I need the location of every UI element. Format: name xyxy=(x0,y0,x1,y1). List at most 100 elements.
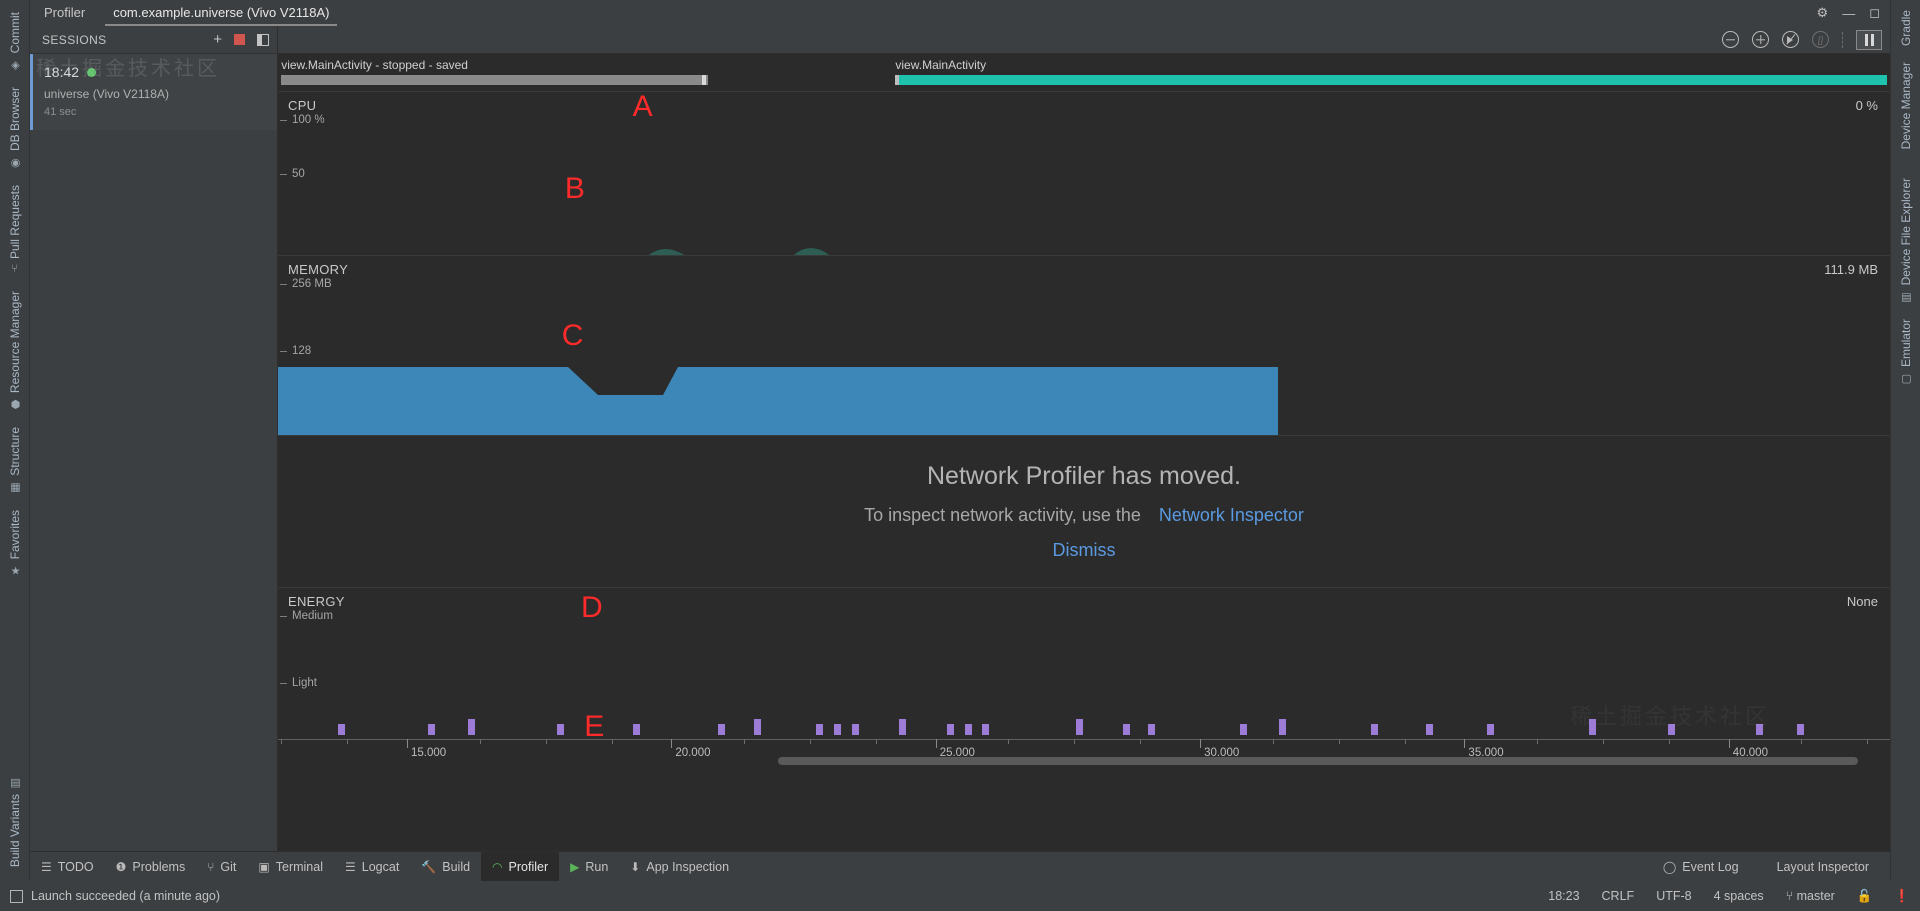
left-rail-top-group: ◈ Commit ◉ DB Browser ⑂ Pull Requests ⬢ … xyxy=(8,0,22,586)
rail-item-db-browser[interactable]: ◉ DB Browser xyxy=(8,79,22,177)
bottom-tab-event-log[interactable]: ◯ Event Log xyxy=(1652,860,1750,874)
rail-item-emulator[interactable]: ▢ Emulator xyxy=(1899,311,1913,393)
energy-event-marker[interactable] xyxy=(946,724,954,735)
bottom-tab-logcat[interactable]: ☰ Logcat xyxy=(334,852,410,881)
gear-icon[interactable]: ⚙ xyxy=(1817,5,1829,21)
network-moved-banner: Network Profiler has moved. To inspect n… xyxy=(278,436,1890,588)
bottom-tab-build[interactable]: 🔨 Build xyxy=(410,852,481,881)
energy-event-marker[interactable] xyxy=(982,724,990,735)
add-session-icon[interactable]: + xyxy=(213,32,222,47)
zoom-out-icon[interactable] xyxy=(1722,31,1739,48)
rail-item-label: Emulator xyxy=(1898,318,1913,367)
memory-section[interactable]: MEMORY 111.9 MB 256 MB 128 xyxy=(278,256,1890,436)
energy-event-marker[interactable] xyxy=(337,724,345,735)
timeline-minor-tick xyxy=(1536,739,1538,744)
bottom-tab-todo[interactable]: ☰ TODO xyxy=(30,852,105,881)
bottom-tab-label: TODO xyxy=(57,859,94,874)
status-branch-group[interactable]: ⑂ master xyxy=(1786,889,1835,903)
energy-event-marker[interactable] xyxy=(632,724,640,735)
energy-event-marker[interactable] xyxy=(1487,724,1494,735)
energy-event-marker[interactable] xyxy=(556,724,564,735)
profiler-icon: ◠ xyxy=(492,859,503,874)
energy-event-marker[interactable] xyxy=(1279,719,1287,735)
energy-event-marker[interactable] xyxy=(1588,719,1596,735)
pause-icon[interactable] xyxy=(1856,29,1882,50)
commit-icon: ◈ xyxy=(9,58,21,72)
timeline-horizontal-scrollbar[interactable] xyxy=(278,757,1890,765)
status-indent[interactable]: 4 spaces xyxy=(1714,889,1764,903)
timeline-axis[interactable]: 15.000 20.000 25.000 30.000 35.000 40.000 xyxy=(278,735,1890,765)
window-tab-strip: Profiler com.example.universe (Vivo V211… xyxy=(30,0,1890,26)
annotation-letter-c: C xyxy=(561,319,584,352)
timeline-scrollbar-thumb[interactable] xyxy=(777,757,1858,765)
unlock-icon[interactable]: 🔓 xyxy=(1857,889,1873,904)
energy-event-marker[interactable] xyxy=(1756,724,1764,735)
bottom-tab-git[interactable]: ⑂ Git xyxy=(196,852,247,881)
network-inspector-link[interactable]: Network Inspector xyxy=(1159,505,1304,526)
zoom-in-icon[interactable] xyxy=(1752,31,1769,48)
collapse-panel-icon[interactable] xyxy=(257,33,269,46)
activity-bar-stopped[interactable] xyxy=(281,75,709,85)
minimize-icon[interactable]: ― xyxy=(1842,6,1855,21)
session-list-item[interactable]: 18:42 universe (Vivo V2118A) 41 sec xyxy=(30,54,277,130)
energy-event-marker[interactable] xyxy=(1075,719,1083,735)
energy-event-marker[interactable] xyxy=(753,719,761,735)
bottom-tab-app-inspection[interactable]: ⬇ App Inspection xyxy=(619,852,740,881)
dismiss-button[interactable]: Dismiss xyxy=(1053,540,1116,561)
energy-event-marker[interactable] xyxy=(834,724,842,735)
bottom-tab-layout-inspector[interactable]: Layout Inspector xyxy=(1766,860,1880,874)
rail-item-device-manager[interactable]: Device Manager xyxy=(1899,54,1913,157)
activity-bar-running[interactable] xyxy=(895,75,1887,85)
bottom-tab-profiler[interactable]: ◠ Profiler xyxy=(481,852,560,881)
rail-item-resource-manager[interactable]: ⬢ Resource Manager xyxy=(8,283,22,419)
energy-event-marker[interactable] xyxy=(718,724,726,735)
rail-item-structure[interactable]: ▦ Structure xyxy=(8,419,22,502)
energy-section[interactable]: ENERGY None Medium Light xyxy=(278,588,1890,735)
tab-profiler-title[interactable]: Profiler xyxy=(30,0,99,26)
energy-event-marker[interactable] xyxy=(468,719,476,735)
energy-event-marker[interactable] xyxy=(1667,724,1675,735)
rail-item-label: Structure xyxy=(7,427,22,477)
bottom-tab-label: Layout Inspector xyxy=(1776,859,1869,874)
cpu-section[interactable]: CPU 0 % 100 % 50 xyxy=(278,92,1890,256)
energy-event-marker[interactable] xyxy=(1425,724,1433,735)
notification-icon[interactable]: ❗ xyxy=(1894,889,1910,904)
energy-event-marker[interactable] xyxy=(1148,724,1156,735)
activity-event-row[interactable]: view.MainActivity - stopped - saved view… xyxy=(278,54,1890,92)
status-line-separator[interactable]: CRLF xyxy=(1602,889,1635,903)
star-icon: ★ xyxy=(9,564,21,578)
rail-item-commit[interactable]: ◈ Commit xyxy=(8,4,22,79)
energy-axis-tick xyxy=(280,616,287,617)
right-rail-bottom-group: ▤ Device File Explorer ▢ Emulator xyxy=(1899,170,1913,393)
status-encoding[interactable]: UTF-8 xyxy=(1656,889,1691,903)
bottom-tab-problems[interactable]: ❶ Problems xyxy=(105,852,197,881)
energy-event-marker[interactable] xyxy=(964,724,972,735)
energy-event-marker[interactable] xyxy=(1240,724,1248,735)
maximize-icon[interactable]: ◻ xyxy=(1869,5,1880,21)
stop-recording-icon[interactable] xyxy=(234,34,245,45)
energy-event-marker[interactable] xyxy=(851,724,859,735)
window-controls: ⚙ ― ◻ xyxy=(1817,5,1890,21)
energy-event-marker[interactable] xyxy=(1796,724,1804,735)
rail-item-build-variants[interactable]: Build Variants ▤ xyxy=(8,768,22,875)
energy-event-marker[interactable] xyxy=(898,719,906,735)
bottom-tab-run[interactable]: ▶ Run xyxy=(559,852,619,881)
bottom-tab-terminal[interactable]: ▣ Terminal xyxy=(247,852,334,881)
rail-item-device-file-explorer[interactable]: ▤ Device File Explorer xyxy=(1899,170,1913,311)
device-icon xyxy=(10,889,23,903)
status-message-group: Launch succeeded (a minute ago) xyxy=(10,889,220,903)
rail-item-favorites[interactable]: ★ Favorites xyxy=(8,502,22,585)
reset-zoom-icon[interactable] xyxy=(1782,31,1799,48)
rail-item-label: Commit xyxy=(7,12,22,54)
sessions-title: SESSIONS xyxy=(42,32,107,47)
energy-event-marker[interactable] xyxy=(1122,724,1130,735)
rail-item-gradle[interactable]: Gradle xyxy=(1899,2,1913,54)
attach-to-live-icon[interactable]: [] xyxy=(1812,31,1829,48)
energy-event-marker[interactable] xyxy=(816,724,824,735)
rail-item-label: Favorites xyxy=(7,510,22,560)
energy-event-marker[interactable] xyxy=(427,724,435,735)
tab-process-selector[interactable]: com.example.universe (Vivo V2118A) xyxy=(99,0,343,26)
rail-item-pull-requests[interactable]: ⑂ Pull Requests xyxy=(8,177,22,283)
bottom-tab-label: Logcat xyxy=(361,859,400,874)
energy-event-marker[interactable] xyxy=(1370,724,1378,735)
